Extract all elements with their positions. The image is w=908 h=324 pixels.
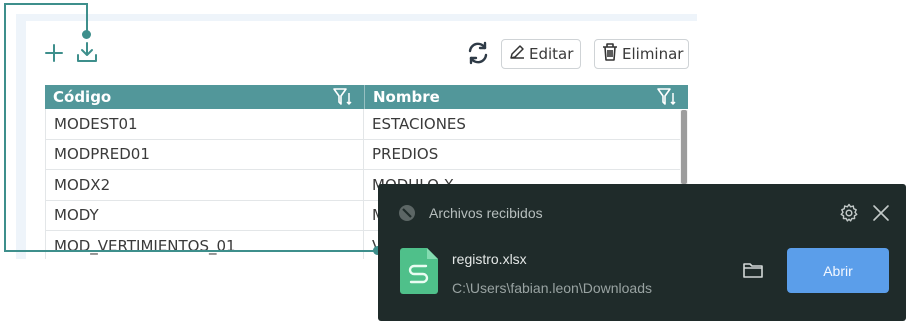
file-name[interactable]: registro.xlsx: [452, 251, 527, 267]
connector-line: [86, 3, 88, 33]
card-border-left: [16, 14, 26, 259]
gear-icon[interactable]: [839, 203, 859, 228]
column-header-name[interactable]: Nombre: [364, 85, 688, 109]
cell-name: ESTACIONES: [363, 109, 680, 139]
filter-sort-icon[interactable]: [332, 87, 354, 111]
filter-sort-icon[interactable]: [656, 87, 678, 111]
connector-line: [4, 3, 6, 252]
column-header-label: Nombre: [373, 88, 440, 106]
cell-code: MODEST01: [45, 109, 363, 139]
edit-button[interactable]: Editar: [501, 39, 581, 69]
cell-code: MODPRED01: [45, 139, 363, 169]
spreadsheet-file-icon: [400, 248, 438, 299]
download-popup: Archivos recibidos registro.xlsx C:\User…: [378, 184, 906, 321]
popup-title: Archivos recibidos: [429, 205, 543, 221]
pencil-icon: [508, 43, 526, 65]
file-path: C:\Users\fabian.leon\Downloads: [452, 280, 652, 296]
scrollbar-thumb[interactable]: [681, 110, 687, 184]
close-icon[interactable]: [872, 204, 890, 227]
cell-code: MODX2: [45, 170, 363, 200]
delete-button[interactable]: Eliminar: [594, 39, 689, 69]
open-button[interactable]: Abrir: [787, 248, 889, 293]
column-header-label: Código: [53, 88, 112, 106]
column-header-code[interactable]: Código: [45, 85, 364, 109]
folder-icon[interactable]: [742, 261, 764, 284]
connector-dot: [82, 30, 91, 39]
plus-icon[interactable]: [44, 43, 64, 68]
connector-line: [4, 3, 88, 5]
delete-button-label: Eliminar: [622, 45, 684, 63]
cell-code: MODY: [45, 200, 363, 230]
download-icon[interactable]: [76, 40, 98, 69]
blocked-circle-icon: [398, 204, 416, 227]
cell-name: PREDIOS: [363, 139, 680, 169]
connector-line: [4, 250, 378, 252]
cell-code: MOD_VERTIMIENTOS_01: [45, 231, 363, 259]
refresh-icon[interactable]: [466, 41, 490, 70]
table-row[interactable]: MODEST01 ESTACIONES: [45, 109, 688, 140]
table-header: Código Nombre: [45, 85, 688, 109]
edit-button-label: Editar: [529, 45, 574, 63]
card-border-top: [16, 14, 697, 21]
trash-icon: [601, 42, 619, 66]
table-row[interactable]: MODPRED01 PREDIOS: [45, 139, 688, 170]
